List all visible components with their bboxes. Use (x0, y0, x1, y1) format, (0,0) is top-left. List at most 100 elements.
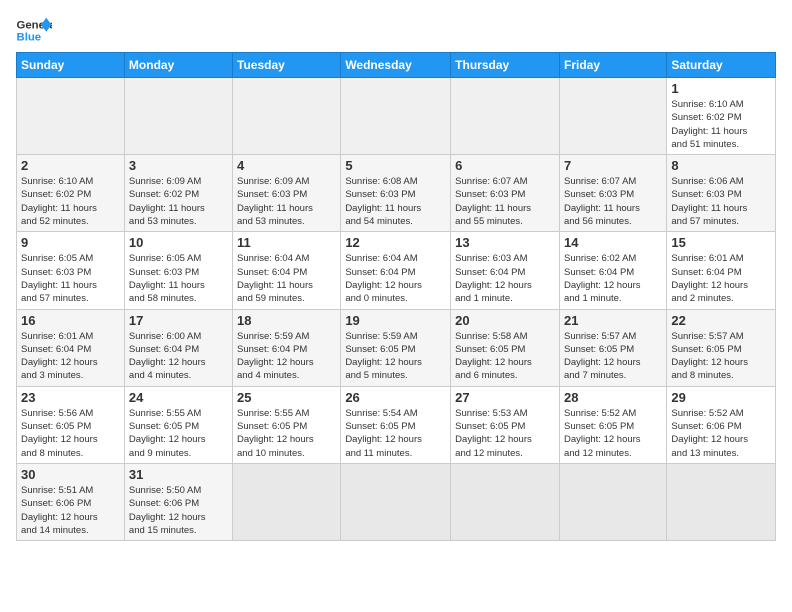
day-number: 6 (455, 158, 555, 173)
day-number: 8 (671, 158, 771, 173)
day-number: 24 (129, 390, 228, 405)
calendar-day-cell: 1 Sunrise: 6:10 AM Sunset: 6:02 PM Daylig… (667, 78, 776, 155)
calendar-day-cell: 22 Sunrise: 5:57 AM Sunset: 6:05 PM Dayli… (667, 309, 776, 386)
calendar-day-cell: 15 Sunrise: 6:01 AM Sunset: 6:04 PM Dayli… (667, 232, 776, 309)
day-info: Sunrise: 6:09 AM Sunset: 6:03 PM Dayligh… (237, 175, 336, 228)
day-number: 31 (129, 467, 228, 482)
calendar-day-cell (451, 463, 560, 540)
weekday-header-tuesday: Tuesday (233, 53, 341, 78)
calendar-day-cell: 19 Sunrise: 5:59 AM Sunset: 6:05 PM Dayli… (341, 309, 451, 386)
day-info: Sunrise: 5:52 AM Sunset: 6:05 PM Dayligh… (564, 407, 662, 460)
day-number: 23 (21, 390, 120, 405)
day-info: Sunrise: 6:03 AM Sunset: 6:04 PM Dayligh… (455, 252, 555, 305)
day-info: Sunrise: 6:10 AM Sunset: 6:02 PM Dayligh… (671, 98, 771, 151)
calendar-day-cell: 28 Sunrise: 5:52 AM Sunset: 6:05 PM Dayli… (559, 386, 666, 463)
calendar-day-cell: 18Sunrise: 5:59 AM Sunset: 6:04 PM Dayli… (233, 309, 341, 386)
calendar-week-row: 30Sunrise: 5:51 AM Sunset: 6:06 PM Dayli… (17, 463, 776, 540)
calendar-day-cell: 9 Sunrise: 6:05 AM Sunset: 6:03 PM Daylig… (17, 232, 125, 309)
calendar-day-cell (341, 78, 451, 155)
logo: General Blue (16, 16, 52, 44)
day-info: Sunrise: 5:50 AM Sunset: 6:06 PM Dayligh… (129, 484, 228, 537)
calendar-day-cell: 23 Sunrise: 5:56 AM Sunset: 6:05 PM Dayli… (17, 386, 125, 463)
calendar-day-cell (667, 463, 776, 540)
day-info: Sunrise: 6:06 AM Sunset: 6:03 PM Dayligh… (671, 175, 771, 228)
calendar-week-row: 9 Sunrise: 6:05 AM Sunset: 6:03 PM Daylig… (17, 232, 776, 309)
calendar-week-row: 23 Sunrise: 5:56 AM Sunset: 6:05 PM Dayli… (17, 386, 776, 463)
day-info: Sunrise: 5:55 AM Sunset: 6:05 PM Dayligh… (129, 407, 228, 460)
day-number: 3 (129, 158, 228, 173)
calendar-day-cell (341, 463, 451, 540)
calendar-day-cell: 12Sunrise: 6:04 AM Sunset: 6:04 PM Dayli… (341, 232, 451, 309)
day-info: Sunrise: 6:04 AM Sunset: 6:04 PM Dayligh… (237, 252, 336, 305)
day-info: Sunrise: 6:07 AM Sunset: 6:03 PM Dayligh… (564, 175, 662, 228)
day-info: Sunrise: 5:54 AM Sunset: 6:05 PM Dayligh… (345, 407, 446, 460)
calendar-day-cell: 5Sunrise: 6:08 AM Sunset: 6:03 PM Daylig… (341, 155, 451, 232)
calendar-day-cell (451, 78, 560, 155)
day-number: 7 (564, 158, 662, 173)
day-number: 29 (671, 390, 771, 405)
day-info: Sunrise: 6:10 AM Sunset: 6:02 PM Dayligh… (21, 175, 120, 228)
calendar-day-cell (233, 78, 341, 155)
calendar-day-cell: 11Sunrise: 6:04 AM Sunset: 6:04 PM Dayli… (233, 232, 341, 309)
day-number: 16 (21, 313, 120, 328)
calendar-day-cell: 31 Sunrise: 5:50 AM Sunset: 6:06 PM Dayli… (124, 463, 232, 540)
day-info: Sunrise: 5:53 AM Sunset: 6:05 PM Dayligh… (455, 407, 555, 460)
calendar-day-cell: 29 Sunrise: 5:52 AM Sunset: 6:06 PM Dayli… (667, 386, 776, 463)
day-number: 26 (345, 390, 446, 405)
calendar-day-cell: 27 Sunrise: 5:53 AM Sunset: 6:05 PM Dayli… (451, 386, 560, 463)
day-info: Sunrise: 6:05 AM Sunset: 6:03 PM Dayligh… (21, 252, 120, 305)
calendar-day-cell: 8 Sunrise: 6:06 AM Sunset: 6:03 PM Daylig… (667, 155, 776, 232)
day-number: 9 (21, 235, 120, 250)
calendar-day-cell: 21Sunrise: 5:57 AM Sunset: 6:05 PM Dayli… (559, 309, 666, 386)
day-number: 21 (564, 313, 662, 328)
day-info: Sunrise: 6:07 AM Sunset: 6:03 PM Dayligh… (455, 175, 555, 228)
calendar-day-cell: 2 Sunrise: 6:10 AM Sunset: 6:02 PM Daylig… (17, 155, 125, 232)
calendar-day-cell: 25Sunrise: 5:55 AM Sunset: 6:05 PM Dayli… (233, 386, 341, 463)
calendar-day-cell (559, 78, 666, 155)
calendar-day-cell: 3Sunrise: 6:09 AM Sunset: 6:02 PM Daylig… (124, 155, 232, 232)
calendar-day-cell: 7 Sunrise: 6:07 AM Sunset: 6:03 PM Daylig… (559, 155, 666, 232)
day-number: 18 (237, 313, 336, 328)
weekday-header-saturday: Saturday (667, 53, 776, 78)
day-number: 28 (564, 390, 662, 405)
weekday-header-monday: Monday (124, 53, 232, 78)
calendar-day-cell: 6 Sunrise: 6:07 AM Sunset: 6:03 PM Daylig… (451, 155, 560, 232)
day-number: 4 (237, 158, 336, 173)
day-number: 14 (564, 235, 662, 250)
calendar-day-cell: 30Sunrise: 5:51 AM Sunset: 6:06 PM Dayli… (17, 463, 125, 540)
day-info: Sunrise: 5:57 AM Sunset: 6:05 PM Dayligh… (671, 330, 771, 383)
day-info: Sunrise: 6:01 AM Sunset: 6:04 PM Dayligh… (671, 252, 771, 305)
day-info: Sunrise: 5:52 AM Sunset: 6:06 PM Dayligh… (671, 407, 771, 460)
day-info: Sunrise: 6:00 AM Sunset: 6:04 PM Dayligh… (129, 330, 228, 383)
day-number: 2 (21, 158, 120, 173)
calendar-day-cell: 20Sunrise: 5:58 AM Sunset: 6:05 PM Dayli… (451, 309, 560, 386)
day-number: 1 (671, 81, 771, 96)
weekday-header-thursday: Thursday (451, 53, 560, 78)
calendar-day-cell: 24 Sunrise: 5:55 AM Sunset: 6:05 PM Dayli… (124, 386, 232, 463)
calendar-day-cell (17, 78, 125, 155)
weekday-header-friday: Friday (559, 53, 666, 78)
weekday-header-sunday: Sunday (17, 53, 125, 78)
day-info: Sunrise: 5:59 AM Sunset: 6:05 PM Dayligh… (345, 330, 446, 383)
day-number: 25 (237, 390, 336, 405)
day-info: Sunrise: 5:51 AM Sunset: 6:06 PM Dayligh… (21, 484, 120, 537)
day-info: Sunrise: 5:56 AM Sunset: 6:05 PM Dayligh… (21, 407, 120, 460)
day-number: 19 (345, 313, 446, 328)
page-header: General Blue (16, 16, 776, 44)
calendar-day-cell: 17Sunrise: 6:00 AM Sunset: 6:04 PM Dayli… (124, 309, 232, 386)
calendar-week-row: 2 Sunrise: 6:10 AM Sunset: 6:02 PM Daylig… (17, 155, 776, 232)
calendar-day-cell (124, 78, 232, 155)
day-number: 27 (455, 390, 555, 405)
calendar-day-cell: 26 Sunrise: 5:54 AM Sunset: 6:05 PM Dayli… (341, 386, 451, 463)
day-number: 12 (345, 235, 446, 250)
calendar-day-cell (233, 463, 341, 540)
day-number: 5 (345, 158, 446, 173)
weekday-header-wednesday: Wednesday (341, 53, 451, 78)
day-info: Sunrise: 6:05 AM Sunset: 6:03 PM Dayligh… (129, 252, 228, 305)
day-number: 22 (671, 313, 771, 328)
day-number: 13 (455, 235, 555, 250)
day-info: Sunrise: 6:02 AM Sunset: 6:04 PM Dayligh… (564, 252, 662, 305)
generalblue-logo-icon: General Blue (16, 16, 52, 44)
day-number: 20 (455, 313, 555, 328)
day-number: 15 (671, 235, 771, 250)
